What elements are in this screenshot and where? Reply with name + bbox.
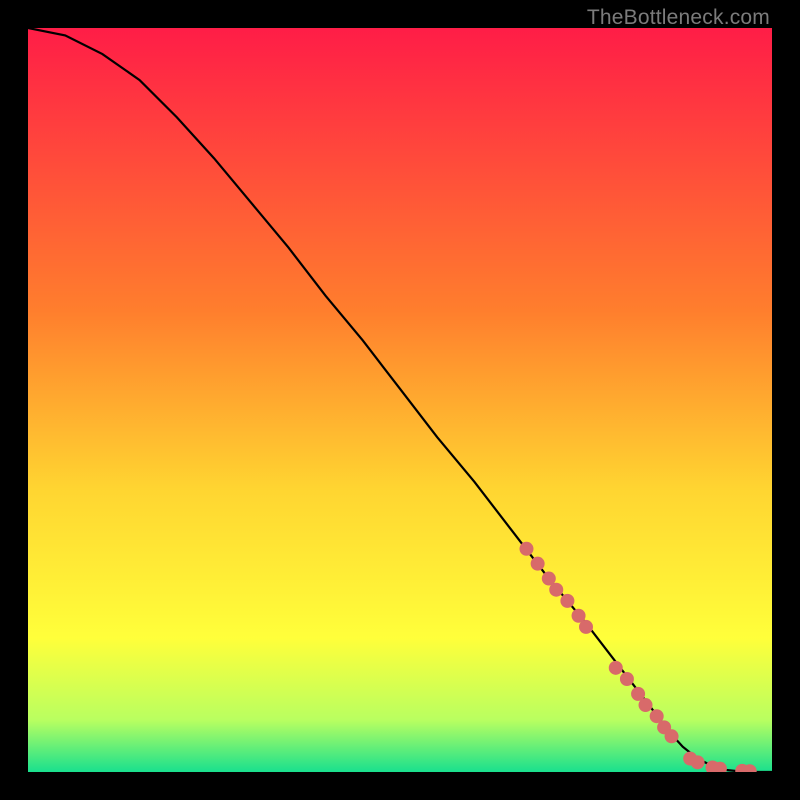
- data-dots: [519, 542, 756, 772]
- watermark-text: TheBottleneck.com: [587, 6, 770, 30]
- data-dot: [519, 542, 533, 556]
- data-dot: [639, 698, 653, 712]
- plot-area: [28, 28, 772, 772]
- data-dot: [531, 557, 545, 571]
- data-dot: [549, 583, 563, 597]
- data-dot: [579, 620, 593, 634]
- data-dot: [620, 672, 634, 686]
- chart-frame: TheBottleneck.com: [0, 0, 800, 800]
- data-dot: [665, 729, 679, 743]
- data-dot: [560, 594, 574, 608]
- data-dot: [691, 755, 705, 769]
- curve-line: [28, 28, 772, 772]
- chart-svg: [28, 28, 772, 772]
- data-dot: [609, 661, 623, 675]
